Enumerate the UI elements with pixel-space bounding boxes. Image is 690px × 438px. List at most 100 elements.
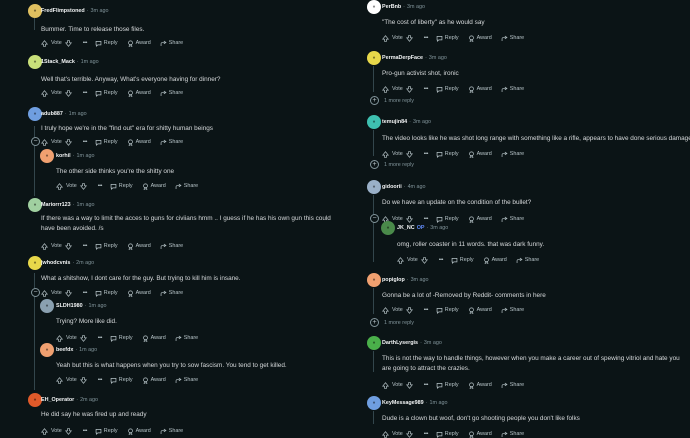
more-options-icon[interactable]: ••• xyxy=(422,151,430,157)
downvote-icon[interactable] xyxy=(420,256,428,264)
avatar[interactable]: ● xyxy=(367,180,381,194)
share-button[interactable]: Share xyxy=(160,428,183,435)
more-options-icon[interactable]: ••• xyxy=(81,428,89,434)
more-options-icon[interactable]: ••• xyxy=(422,307,430,313)
award-button[interactable]: Award xyxy=(468,381,492,389)
downvote-icon[interactable] xyxy=(64,89,72,97)
comment-author[interactable]: Mariorrr123 xyxy=(41,202,71,208)
avatar[interactable]: ● xyxy=(367,396,381,410)
upvote-icon[interactable] xyxy=(381,34,390,42)
share-button[interactable]: Share xyxy=(160,139,183,146)
downvote-icon[interactable] xyxy=(405,150,413,158)
avatar[interactable]: ● xyxy=(28,55,42,69)
downvote-icon[interactable] xyxy=(64,242,72,250)
upvote-icon[interactable] xyxy=(396,256,405,264)
more-options-icon[interactable]: ••• xyxy=(422,382,430,388)
comment-author[interactable]: korhil xyxy=(56,153,71,159)
comment-author[interactable]: temujin84 xyxy=(382,119,407,125)
avatar[interactable]: ● xyxy=(28,107,42,121)
upvote-icon[interactable] xyxy=(55,376,64,384)
reply-button[interactable]: Reply xyxy=(95,40,118,47)
downvote-icon[interactable] xyxy=(64,138,72,146)
avatar[interactable]: ● xyxy=(367,0,381,14)
reply-button[interactable]: Reply xyxy=(436,307,459,314)
avatar[interactable]: ● xyxy=(367,336,381,350)
avatar[interactable]: ● xyxy=(40,299,54,313)
award-button[interactable]: Award xyxy=(127,39,151,47)
more-options-icon[interactable]: ••• xyxy=(81,90,89,96)
comment-author[interactable]: popiglop xyxy=(382,277,405,283)
avatar[interactable]: ● xyxy=(367,115,381,129)
share-button[interactable]: Share xyxy=(501,151,524,158)
avatar[interactable]: ● xyxy=(381,221,395,235)
more-options-icon[interactable]: ••• xyxy=(81,40,89,46)
comment-author[interactable]: FredFlimpstoned xyxy=(41,8,85,14)
share-button[interactable]: Share xyxy=(501,431,524,438)
avatar[interactable]: ● xyxy=(367,273,381,287)
avatar[interactable]: ● xyxy=(28,4,42,18)
award-button[interactable]: Award xyxy=(142,376,166,384)
upvote-icon[interactable] xyxy=(55,182,64,190)
downvote-icon[interactable] xyxy=(64,427,72,435)
reply-button[interactable]: Reply xyxy=(436,151,459,158)
share-button[interactable]: Share xyxy=(160,243,183,250)
more-options-icon[interactable]: ••• xyxy=(96,377,104,383)
downvote-icon[interactable] xyxy=(405,85,413,93)
comment-author[interactable]: DarthLysergis xyxy=(382,340,418,346)
reply-button[interactable]: Reply xyxy=(436,35,459,42)
comment-author[interactable]: JK_NC xyxy=(397,225,415,231)
share-button[interactable]: Share xyxy=(516,257,539,264)
comment-author[interactable]: jwhodcvnis xyxy=(41,260,70,266)
reply-button[interactable]: Reply xyxy=(95,243,118,250)
downvote-icon[interactable] xyxy=(79,334,87,342)
upvote-icon[interactable] xyxy=(381,306,390,314)
downvote-icon[interactable] xyxy=(405,430,413,438)
comment-author[interactable]: 1Stack_Mack xyxy=(41,59,75,65)
award-button[interactable]: Award xyxy=(127,89,151,97)
avatar[interactable]: ● xyxy=(367,51,381,65)
share-button[interactable]: Share xyxy=(175,335,198,342)
reply-button[interactable]: Reply xyxy=(110,335,133,342)
share-button[interactable]: Share xyxy=(160,90,183,97)
reply-button[interactable]: Reply xyxy=(436,216,459,223)
comment-author[interactable]: PerBnb xyxy=(382,4,401,10)
award-button[interactable]: Award xyxy=(483,256,507,264)
more-options-icon[interactable]: ••• xyxy=(96,335,104,341)
share-button[interactable]: Share xyxy=(160,290,183,297)
comment-author[interactable]: gidoorii xyxy=(382,184,402,190)
avatar[interactable]: ● xyxy=(28,256,42,270)
more-options-icon[interactable]: ••• xyxy=(422,86,430,92)
downvote-icon[interactable] xyxy=(79,376,87,384)
reply-button[interactable]: Reply xyxy=(95,90,118,97)
avatar[interactable]: ● xyxy=(40,343,54,357)
more-options-icon[interactable]: ••• xyxy=(437,257,445,263)
more-options-icon[interactable]: ••• xyxy=(422,216,430,222)
avatar[interactable]: ● xyxy=(40,149,54,163)
collapse-thread-button[interactable]: − xyxy=(370,214,379,223)
award-button[interactable]: Award xyxy=(142,334,166,342)
comment-author[interactable]: beefdx xyxy=(56,347,73,353)
upvote-icon[interactable] xyxy=(381,85,390,93)
upvote-icon[interactable] xyxy=(40,138,49,146)
upvote-icon[interactable] xyxy=(40,289,49,297)
comment-author[interactable]: KeyMessage989 xyxy=(382,400,424,406)
reply-button[interactable]: Reply xyxy=(436,382,459,389)
upvote-icon[interactable] xyxy=(55,334,64,342)
award-button[interactable]: Award xyxy=(468,215,492,223)
share-button[interactable]: Share xyxy=(501,382,524,389)
upvote-icon[interactable] xyxy=(381,430,390,438)
more-options-icon[interactable]: ••• xyxy=(422,431,430,437)
award-button[interactable]: Award xyxy=(127,289,151,297)
collapse-thread-button[interactable]: − xyxy=(31,137,40,146)
downvote-icon[interactable] xyxy=(405,215,413,223)
comment-author[interactable]: adub887 xyxy=(41,111,63,117)
share-button[interactable]: Share xyxy=(501,307,524,314)
more-options-icon[interactable]: ••• xyxy=(81,139,89,145)
downvote-icon[interactable] xyxy=(79,182,87,190)
share-button[interactable]: Share xyxy=(175,183,198,190)
share-button[interactable]: Share xyxy=(501,86,524,93)
reply-button[interactable]: Reply xyxy=(95,428,118,435)
upvote-icon[interactable] xyxy=(381,381,390,389)
share-button[interactable]: Share xyxy=(501,216,524,223)
award-button[interactable]: Award xyxy=(468,430,492,438)
